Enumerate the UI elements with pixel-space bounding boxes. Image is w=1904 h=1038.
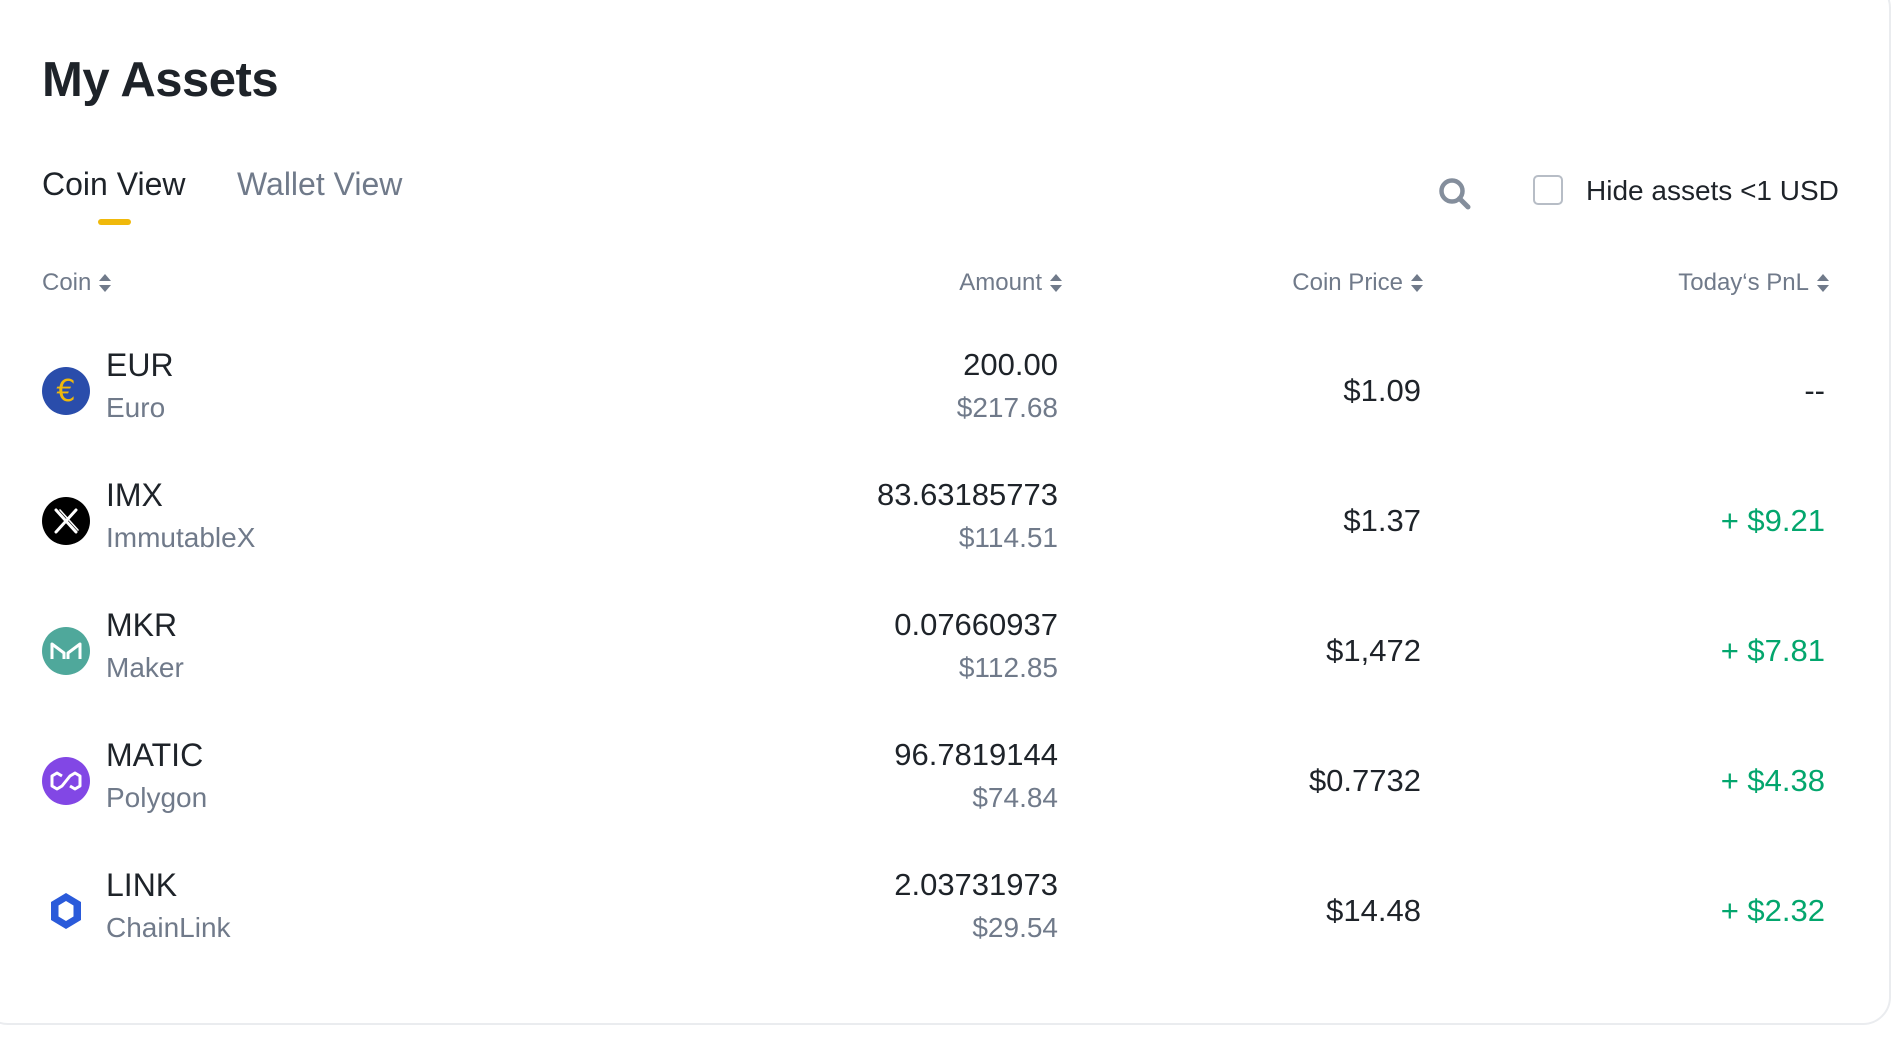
column-header-coin-price[interactable]: Coin Price — [1292, 266, 1423, 300]
sort-icon — [99, 273, 112, 293]
coin-amount: 2.03731973 — [894, 867, 1058, 902]
coin-name: Euro — [106, 392, 166, 423]
table-row[interactable]: € EUR Euro 200.00 $217.68 $1.09 -- — [0, 326, 1904, 456]
sort-icon — [1411, 273, 1423, 293]
svg-text:€: € — [56, 374, 75, 409]
todays-pnl: + $2.32 — [1720, 893, 1825, 928]
coin-name: Maker — [106, 652, 184, 683]
coin-symbol: MATIC — [106, 737, 204, 773]
hide-small-assets-label[interactable]: Hide assets <1 USD — [1586, 172, 1839, 210]
search-icon[interactable] — [1437, 176, 1473, 212]
column-header-amount[interactable]: Amount — [959, 266, 1062, 300]
coin-price: $1.37 — [1343, 503, 1421, 538]
column-header-todays-pnl-label: Today‘s PnL — [1678, 269, 1809, 296]
todays-pnl: -- — [1804, 373, 1825, 408]
sort-icon — [1817, 273, 1829, 293]
immutablex-coin-icon — [42, 497, 90, 545]
chainlink-coin-icon — [42, 887, 90, 935]
hide-small-assets-checkbox[interactable] — [1533, 175, 1563, 205]
polygon-coin-icon — [42, 757, 90, 805]
table-row[interactable]: IMX ImmutableX 83.63185773 $114.51 $1.37… — [0, 456, 1904, 586]
coin-amount: 83.63185773 — [876, 477, 1058, 512]
coin-symbol: IMX — [106, 477, 163, 513]
active-tab-indicator — [98, 219, 131, 225]
coin-amount: 96.7819144 — [894, 737, 1058, 772]
coin-price: $0.7732 — [1308, 763, 1421, 798]
coin-name: ChainLink — [106, 912, 231, 943]
coin-name: Polygon — [106, 782, 208, 813]
tab-wallet-view[interactable]: Wallet View — [237, 162, 402, 206]
coin-name: ImmutableX — [106, 522, 256, 553]
column-header-todays-pnl[interactable]: Today‘s PnL — [1678, 266, 1829, 300]
sort-icon — [1050, 273, 1062, 293]
table-row[interactable]: MATIC Polygon 96.7819144 $74.84 $0.7732 … — [0, 716, 1904, 846]
coin-amount-usd: $74.84 — [972, 782, 1058, 813]
column-header-amount-label: Amount — [959, 269, 1042, 296]
coin-amount-usd: $112.85 — [958, 652, 1058, 683]
column-header-coin-label: Coin — [42, 269, 92, 296]
coin-symbol: MKR — [106, 607, 178, 643]
todays-pnl: + $4.38 — [1720, 763, 1825, 798]
coin-amount: 0.07660937 — [894, 607, 1058, 642]
column-header-coin[interactable]: Coin — [42, 266, 112, 300]
euro-coin-icon: € — [42, 367, 90, 415]
coin-symbol: LINK — [106, 867, 178, 903]
coin-amount-usd: $114.51 — [958, 522, 1058, 553]
coin-price: $1,472 — [1326, 633, 1421, 668]
coin-amount-usd: $217.68 — [956, 392, 1058, 423]
table-row[interactable]: LINK ChainLink 2.03731973 $29.54 $14.48 … — [0, 846, 1904, 976]
coin-amount: 200.00 — [963, 347, 1058, 382]
todays-pnl: + $7.81 — [1720, 633, 1825, 668]
tab-coin-view[interactable]: Coin View — [42, 162, 185, 206]
page-title: My Assets — [42, 53, 279, 107]
coin-amount-usd: $29.54 — [972, 912, 1058, 943]
table-row[interactable]: MKR Maker 0.07660937 $112.85 $1,472 + $7… — [0, 586, 1904, 716]
coin-price: $1.09 — [1343, 373, 1421, 408]
todays-pnl: + $9.21 — [1720, 503, 1825, 538]
column-header-coin-price-label: Coin Price — [1292, 269, 1403, 296]
coin-price: $14.48 — [1326, 893, 1421, 928]
maker-coin-icon — [42, 627, 90, 675]
coin-symbol: EUR — [106, 347, 174, 383]
